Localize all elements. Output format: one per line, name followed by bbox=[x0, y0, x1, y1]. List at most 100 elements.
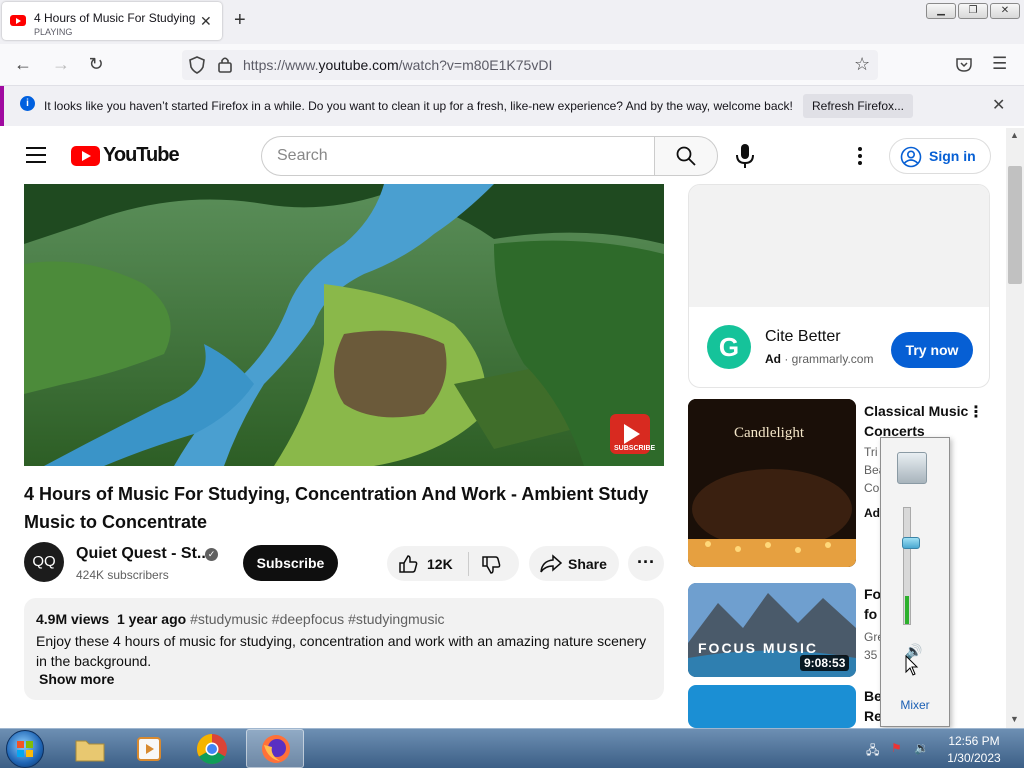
tab-close-icon[interactable]: ✕ bbox=[200, 13, 212, 30]
account-icon bbox=[900, 146, 922, 168]
back-arrow-icon[interactable]: ← bbox=[12, 54, 34, 75]
like-divider bbox=[468, 552, 469, 576]
youtube-favicon-icon bbox=[10, 15, 26, 26]
recommendation-title[interactable]: fo bbox=[864, 606, 877, 622]
close-notification-icon[interactable]: ✕ bbox=[992, 95, 1005, 115]
ad-title[interactable]: Cite Better bbox=[765, 328, 841, 346]
firefox-taskbar-button[interactable] bbox=[246, 729, 304, 768]
new-tab-icon[interactable]: + bbox=[234, 9, 246, 32]
ad-label: Ad bbox=[765, 352, 781, 366]
recommendation-more-icon[interactable]: ⋮ bbox=[968, 402, 984, 422]
url-prefix: https://www. bbox=[243, 57, 319, 73]
youtube-logo-text[interactable]: YouTube bbox=[103, 144, 180, 167]
close-window-button[interactable]: ✕ bbox=[990, 3, 1020, 19]
ad-domain: grammarly.com bbox=[791, 352, 874, 366]
pocket-icon[interactable] bbox=[956, 57, 972, 72]
start-button[interactable] bbox=[6, 730, 44, 768]
upload-age: 1 year ago bbox=[116, 611, 187, 627]
scroll-down-icon[interactable]: ▼ bbox=[1010, 714, 1019, 724]
info-icon: i bbox=[20, 96, 35, 111]
recommendation-ad-label: Ad bbox=[864, 506, 880, 520]
video-duration: 9:08:53 bbox=[800, 655, 850, 671]
url-domain: youtube.com bbox=[318, 57, 399, 73]
search-icon bbox=[676, 146, 696, 166]
recommendation-meta: Tri bbox=[864, 445, 878, 459]
channel-name[interactable]: Quiet Quest - St... bbox=[76, 545, 210, 563]
subscribe-button[interactable]: Subscribe bbox=[243, 545, 338, 581]
reload-icon[interactable]: ↻ bbox=[85, 54, 107, 75]
video-frame-landscape: SUBSCRIBE bbox=[24, 184, 664, 466]
media-player-icon bbox=[137, 737, 161, 761]
more-options-icon[interactable] bbox=[850, 145, 870, 167]
clock-time[interactable]: 12:56 PM bbox=[944, 734, 1004, 748]
notification-message: It looks like you haven’t started Firefo… bbox=[44, 99, 793, 113]
video-title: 4 Hours of Music For Studying, Concentra… bbox=[24, 484, 649, 532]
url-path: /watch?v=m80E1K75vDI bbox=[398, 57, 553, 73]
chrome-icon bbox=[196, 734, 227, 765]
thumbnail-text: Candlelight bbox=[734, 425, 804, 441]
mouse-cursor-icon bbox=[905, 655, 919, 676]
restore-button[interactable]: ❐ bbox=[958, 3, 988, 19]
chrome-taskbar-button[interactable] bbox=[184, 731, 240, 767]
recommendation-thumbnail[interactable]: Candlelight bbox=[688, 399, 856, 567]
speaker-device-icon[interactable] bbox=[897, 452, 927, 484]
shield-icon[interactable] bbox=[189, 56, 205, 74]
hashtags[interactable]: #studymusic #deepfocus #studyingmusic bbox=[190, 611, 444, 627]
verified-check-icon: ✓ bbox=[205, 548, 218, 561]
video-stats: 4.9M views 1 year ago #studymusic #deepf… bbox=[36, 611, 445, 627]
recommendation-title[interactable]: Classical Music Concerts bbox=[864, 401, 974, 441]
bookmark-star-icon[interactable]: ☆ bbox=[854, 54, 870, 75]
ad-banner bbox=[689, 185, 989, 307]
url-text[interactable]: https://www.youtube.com/watch?v=m80E1K75… bbox=[243, 57, 552, 73]
lock-icon[interactable] bbox=[218, 56, 232, 73]
search-placeholder: Search bbox=[277, 147, 328, 164]
scroll-up-icon[interactable]: ▲ bbox=[1010, 130, 1019, 140]
recommendation-meta: Co bbox=[864, 481, 880, 495]
volume-slider-thumb[interactable] bbox=[902, 536, 920, 549]
tab-playing-status: PLAYING bbox=[34, 27, 73, 37]
scrollbar-thumb[interactable] bbox=[1008, 166, 1022, 284]
recommendation-title[interactable]: Fo bbox=[864, 586, 881, 602]
windows-logo-icon bbox=[17, 741, 33, 757]
clock-date[interactable]: 1/30/2023 bbox=[944, 751, 1004, 765]
hamburger-menu-icon[interactable] bbox=[26, 147, 46, 168]
channel-avatar[interactable]: QQ bbox=[24, 542, 64, 582]
thumbs-down-icon[interactable] bbox=[481, 555, 501, 575]
search-button[interactable] bbox=[654, 136, 718, 176]
view-count: 4.9M views bbox=[36, 611, 110, 627]
network-icon[interactable]: 🖧 bbox=[866, 741, 879, 762]
thumbnail-text: FOCUS MUSIC bbox=[698, 640, 818, 656]
video-watermark-text: SUBSCRIBE bbox=[614, 445, 656, 452]
share-icon bbox=[540, 554, 562, 573]
folder-icon bbox=[75, 740, 105, 762]
forward-arrow-icon[interactable]: → bbox=[50, 54, 72, 75]
sign-in-label[interactable]: Sign in bbox=[929, 148, 976, 164]
ad-sponsor: Ad · grammarly.com bbox=[765, 352, 874, 366]
grammarly-logo: G bbox=[707, 325, 751, 369]
try-now-button[interactable]: Try now bbox=[891, 332, 973, 368]
more-actions-button[interactable]: ··· bbox=[628, 546, 664, 581]
youtube-logo-icon[interactable] bbox=[71, 146, 100, 166]
show-more-link[interactable]: Show more bbox=[39, 671, 114, 687]
minimize-button[interactable]: ▁ bbox=[926, 3, 956, 19]
microphone-icon[interactable] bbox=[733, 143, 757, 169]
video-description: Enjoy these 4 hours of music for studyin… bbox=[36, 633, 647, 669]
thumbs-up-icon[interactable] bbox=[398, 554, 418, 574]
media-player-taskbar-button[interactable] bbox=[122, 731, 178, 767]
app-menu-icon[interactable]: ☰ bbox=[992, 54, 1007, 74]
subscriber-count: 424K subscribers bbox=[76, 568, 169, 582]
volume-level-bar bbox=[905, 595, 909, 624]
tab-title: 4 Hours of Music For Studying, Concentra… bbox=[34, 11, 196, 25]
volume-tray-icon[interactable]: 🔉 bbox=[914, 741, 929, 755]
mixer-link[interactable]: Mixer bbox=[880, 698, 950, 712]
like-count[interactable]: 12K bbox=[427, 556, 453, 572]
action-center-flag-icon[interactable]: ⚑ bbox=[891, 741, 902, 755]
share-label[interactable]: Share bbox=[568, 556, 607, 572]
video-player[interactable]: SUBSCRIBE bbox=[24, 184, 664, 466]
recommendation-meta: 35 bbox=[864, 648, 878, 662]
refresh-firefox-button[interactable]: Refresh Firefox... bbox=[803, 94, 913, 118]
firefox-icon bbox=[262, 735, 290, 763]
recommendation-thumbnail[interactable] bbox=[688, 685, 856, 728]
file-explorer-taskbar-button[interactable] bbox=[62, 731, 118, 767]
browser-tab[interactable]: 4 Hours of Music For Studying, Concentra… bbox=[2, 2, 222, 40]
